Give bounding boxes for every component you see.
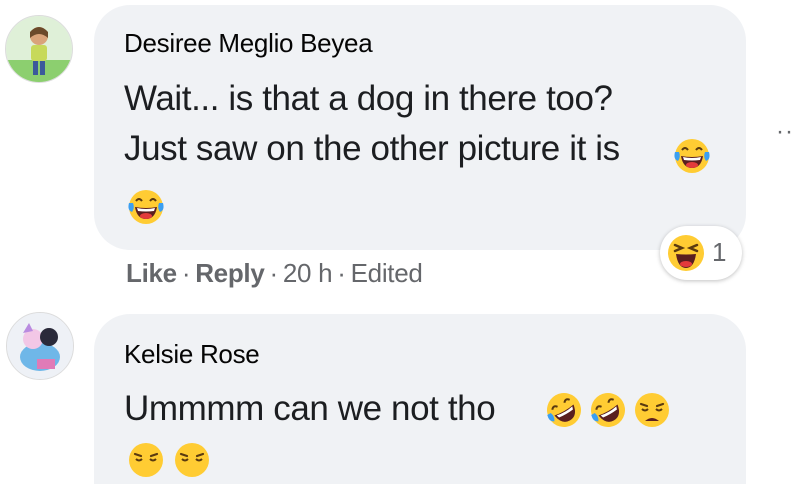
comment-actions: Like · Reply · 20 h · Edited [126, 258, 423, 289]
laugh-icon [672, 135, 712, 175]
avatar[interactable] [6, 312, 74, 380]
comment-text-line: Wait... is that a dog in there too? [124, 79, 613, 118]
avatar[interactable] [5, 15, 73, 83]
weary-icon [172, 440, 212, 480]
reply-button[interactable]: Reply [195, 258, 265, 288]
comment-author[interactable]: Kelsie Rose [124, 339, 260, 370]
weary-icon [632, 390, 672, 430]
timestamp[interactable]: 20 h [283, 258, 333, 288]
weary-icon [126, 440, 166, 480]
comment-kelsie: Kelsie Rose Ummmm can we not tho [0, 306, 800, 484]
rofl-icon [588, 390, 628, 430]
like-button[interactable]: Like [126, 258, 177, 288]
edited-label[interactable]: Edited [351, 258, 423, 288]
separator: · [269, 258, 279, 288]
laugh-icon [126, 186, 166, 226]
haha-reaction-icon [666, 233, 706, 273]
rofl-icon [544, 390, 584, 430]
comment-desiree: Desiree Meglio Beyea Wait... is that a d… [0, 0, 800, 300]
reaction-summary[interactable]: 1 [660, 226, 742, 280]
separator: · [181, 258, 191, 288]
comment-text-line: Just saw on the other picture it is [124, 129, 620, 168]
separator: · [337, 258, 346, 288]
more-options-icon[interactable]: ·· [776, 118, 794, 146]
reaction-count: 1 [712, 237, 727, 267]
comment-author[interactable]: Desiree Meglio Beyea [124, 28, 373, 59]
comment-text-line: Ummmm can we not tho [124, 389, 496, 428]
